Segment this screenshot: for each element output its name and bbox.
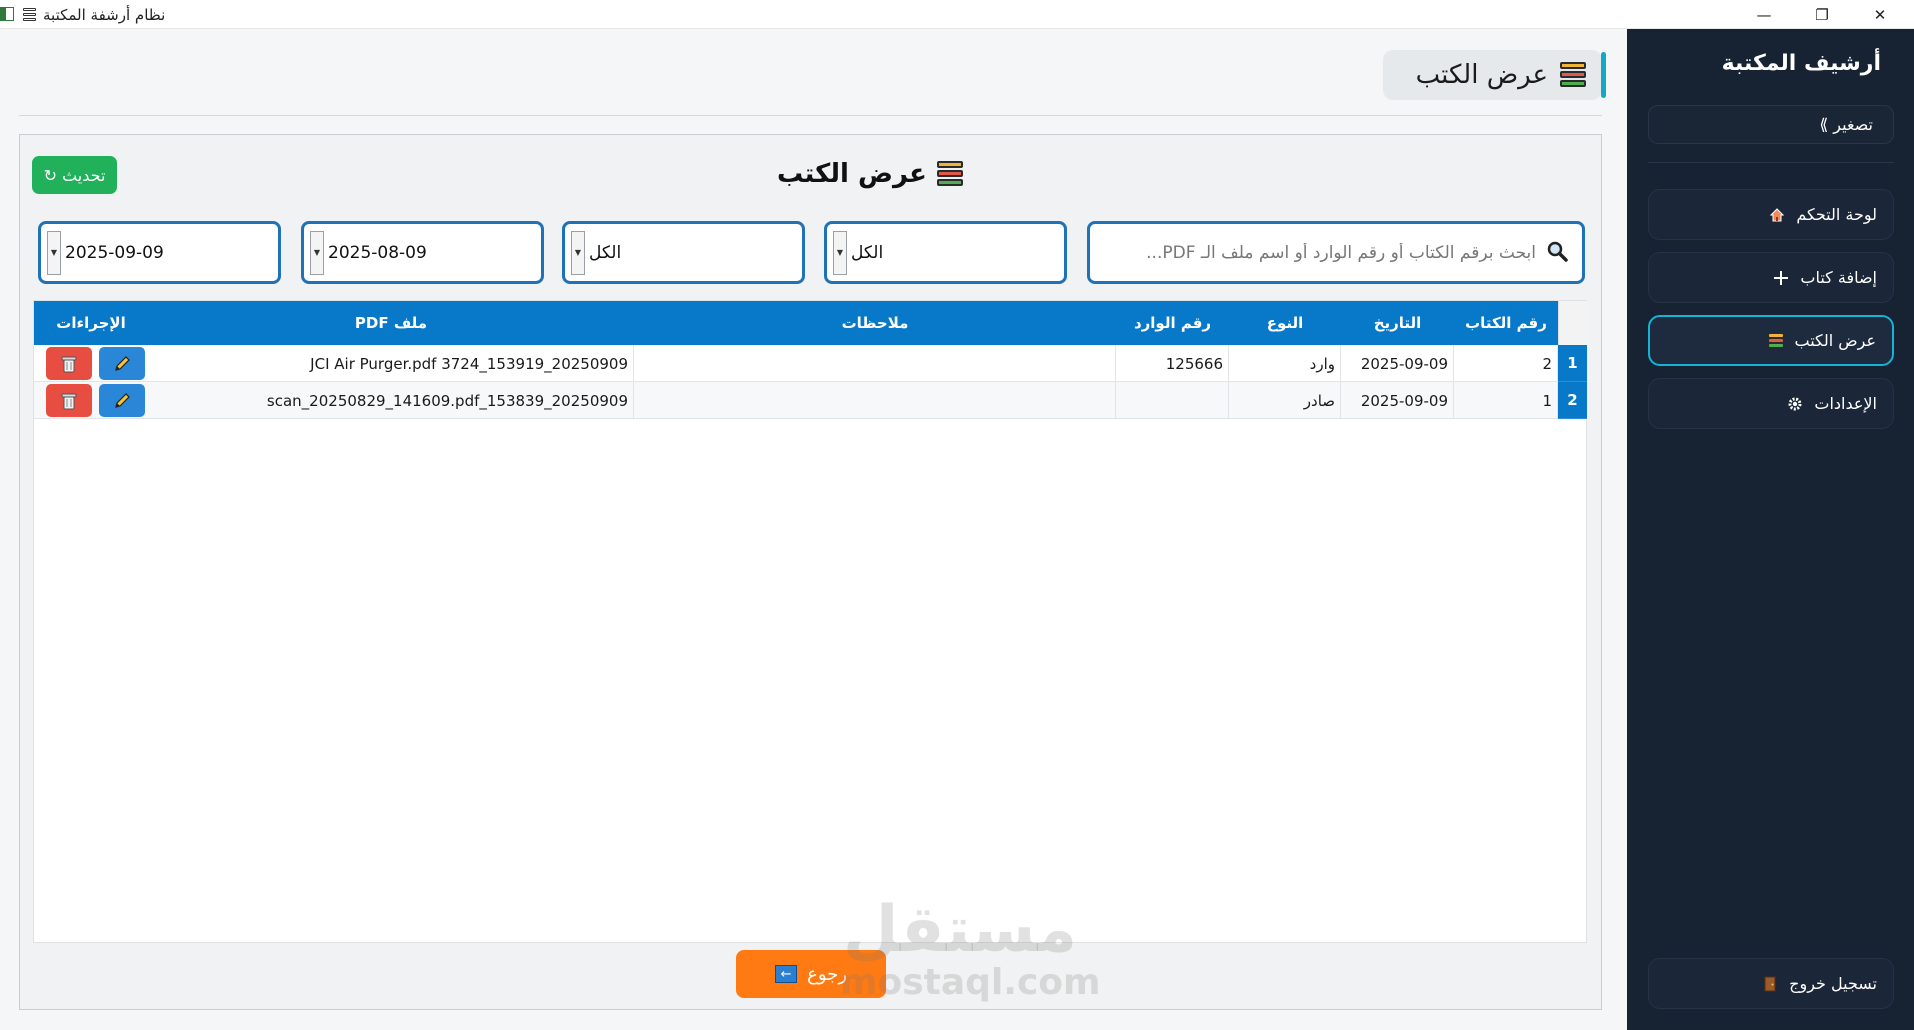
door-icon — [1761, 975, 1779, 993]
cell-type: صادر — [1229, 382, 1341, 419]
refresh-button[interactable]: تحديث ↻ — [32, 156, 117, 194]
sidebar: أرشيف المكتبة تصغير ⟫ لوحة التحكم إضافة … — [1627, 29, 1914, 1030]
minimize-button[interactable]: — — [1736, 0, 1792, 29]
type-filter-value: الكل — [851, 242, 884, 263]
cell-incoming-no: 125666 — [1116, 345, 1229, 382]
edit-button[interactable] — [99, 347, 145, 380]
books-icon — [936, 161, 963, 187]
delete-button[interactable] — [46, 347, 92, 380]
cell-pdf: JCI Air Purger.pdf 3724_153919_20250909 — [148, 345, 634, 382]
search-box[interactable] — [1087, 221, 1585, 284]
chevron-down-icon[interactable]: ▼ — [47, 230, 61, 275]
arrow-left-icon: ← — [775, 965, 798, 983]
column-header-book-no[interactable]: رقم الكتاب — [1454, 301, 1558, 345]
cell-date: 2025-09-09 — [1341, 382, 1454, 419]
trash-icon — [61, 393, 77, 409]
column-header-date[interactable]: التاريخ — [1341, 301, 1454, 345]
sidebar-item-dashboard[interactable]: لوحة التحكم — [1648, 189, 1894, 240]
cell-pdf: scan_20250829_141609.pdf_153839_20250909 — [148, 382, 634, 419]
books-icon — [22, 7, 37, 22]
column-header-pdf[interactable]: PDF ملف — [148, 301, 634, 345]
edit-button[interactable] — [99, 384, 145, 417]
chevron-down-icon[interactable]: ▼ — [571, 230, 585, 275]
chevron-down-icon[interactable]: ▼ — [310, 230, 324, 275]
home-icon — [1768, 206, 1786, 224]
sidebar-item-label: عرض الكتب — [1794, 331, 1877, 350]
column-header-notes[interactable]: ملاحظات — [634, 301, 1116, 345]
column-header-incoming-no[interactable]: رقم الوارد — [1116, 301, 1229, 345]
back-label: رجوع — [807, 963, 847, 985]
column-header-type[interactable]: النوع — [1229, 301, 1341, 345]
sidebar-item-settings[interactable]: الإعدادات — [1648, 378, 1894, 429]
back-button[interactable]: رجوع ← — [736, 950, 886, 998]
date-from-value: 2025-08-09 — [328, 242, 427, 263]
page-heading: عرض الكتب — [1383, 50, 1606, 100]
window-titlebar: نظام أرشفة المكتبة — ❐ ✕ — [0, 0, 1914, 29]
gear-icon — [1786, 395, 1804, 413]
cell-book-no: 1 — [1454, 382, 1558, 419]
status-filter-value: الكل — [589, 242, 622, 263]
books-icon — [1767, 332, 1785, 350]
table-row[interactable]: 2 2025-09-09 وارد 125666 JCI Air Purger.… — [34, 345, 1558, 382]
pencil-icon — [115, 355, 130, 371]
card-title-text: عرض الكتب — [777, 159, 927, 189]
search-icon — [1546, 240, 1568, 266]
books-icon — [1560, 62, 1586, 88]
sidebar-item-label: لوحة التحكم — [1796, 205, 1877, 224]
pencil-icon — [115, 392, 130, 408]
books-table: رقم الكتاب التاريخ النوع رقم الوارد ملاح… — [33, 300, 1587, 943]
cell-notes — [634, 345, 1116, 382]
window-title: نظام أرشفة المكتبة — [43, 5, 166, 24]
date-from-field[interactable]: ▼ 2025-08-09 — [301, 221, 544, 284]
sidebar-item-label: إضافة كتاب — [1800, 268, 1877, 287]
sidebar-divider — [1648, 162, 1894, 163]
logout-button[interactable]: تسجيل خروج — [1648, 958, 1894, 1009]
cell-type: وارد — [1229, 345, 1341, 382]
trash-icon — [61, 356, 77, 372]
row-header[interactable]: 1 — [1558, 345, 1587, 382]
cell-incoming-no — [1116, 382, 1229, 419]
table-header: رقم الكتاب التاريخ النوع رقم الوارد ملاح… — [34, 301, 1558, 345]
search-input[interactable] — [1116, 242, 1536, 263]
sidebar-item-label: الإعدادات — [1814, 394, 1877, 413]
status-filter-select[interactable]: ▼ الكل — [562, 221, 805, 284]
books-card: تحديث ↻ عرض الكتب ▼ الكل ▼ الكل ▼ 2025-0… — [19, 134, 1602, 1010]
heading-divider — [19, 115, 1602, 116]
date-to-value: 2025-09-09 — [65, 242, 164, 263]
cell-notes — [634, 382, 1116, 419]
close-button[interactable]: ✕ — [1852, 0, 1908, 29]
chevron-down-icon[interactable]: ▼ — [833, 230, 847, 275]
delete-button[interactable] — [46, 384, 92, 417]
sidebar-item-add-book[interactable]: إضافة كتاب — [1648, 252, 1894, 303]
collapse-button[interactable]: تصغير ⟫ — [1648, 105, 1894, 144]
date-to-field[interactable]: ▼ 2025-09-09 — [38, 221, 281, 284]
window-title-group: نظام أرشفة المكتبة — [22, 4, 165, 25]
row-header[interactable]: 2 — [1558, 382, 1587, 419]
type-filter-select[interactable]: ▼ الكل — [824, 221, 1067, 284]
card-title: عرض الكتب — [777, 159, 963, 189]
table-corner — [1558, 301, 1587, 345]
app-icon — [0, 7, 14, 21]
sidebar-title: أرشيف المكتبة — [1721, 51, 1881, 76]
logout-label: تسجيل خروج — [1789, 974, 1877, 993]
column-header-actions[interactable]: الإجراءات — [34, 301, 148, 345]
table-row[interactable]: 1 2025-09-09 صادر scan_20250829_141609.p… — [34, 382, 1558, 419]
restore-button[interactable]: ❐ — [1794, 0, 1850, 29]
heading-accent — [1601, 52, 1606, 98]
sidebar-item-view-books[interactable]: عرض الكتب — [1648, 315, 1894, 366]
cell-date: 2025-09-09 — [1341, 345, 1454, 382]
plus-icon — [1772, 269, 1790, 287]
page-title: عرض الكتب — [1415, 60, 1548, 90]
cell-book-no: 2 — [1454, 345, 1558, 382]
